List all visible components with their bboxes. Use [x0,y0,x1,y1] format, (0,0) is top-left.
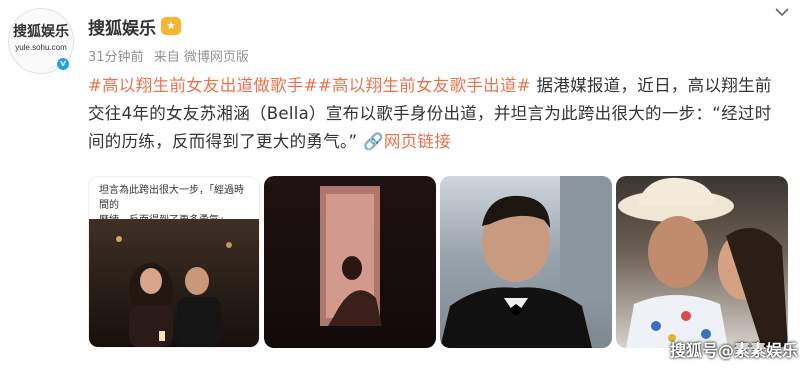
post-source: 来自 微博网页版 [153,50,249,65]
thumbnail-1[interactable]: 坦言為此跨出很大一步，「經過時間的 歷練，反而得到了更多勇氣」。 [88,176,260,348]
topic-link-1[interactable]: #高以翔生前女友出道做歌手# [88,76,318,95]
verified-badge-icon: v [55,56,71,72]
avatar-logo-text: 搜狐娱乐 [13,24,69,40]
thumbnail-4-photo [618,177,788,348]
link-icon: 🔗 [362,132,384,151]
post-time[interactable]: 31分钟前 [88,50,144,65]
watermark: 搜狐号@素素娱乐 [669,341,798,360]
medal-icon[interactable]: ★ [161,17,181,35]
thumbnail-2-photo [320,186,382,326]
thumbnail-3-photo [440,176,612,348]
thumbnail-1-photo [89,219,259,347]
web-link-label: 网页链接 [383,132,452,151]
post-meta: 31分钟前 来自 微博网页版 [88,46,255,65]
post-text: #高以翔生前女友出道做歌手##高以翔生前女友歌手出道# 据港媒报道，近日，高以翔… [88,72,788,156]
avatar-logo-url: yule.sohu.com [15,43,67,52]
chevron-down-icon[interactable] [774,4,790,20]
thumbnail-4[interactable] [616,176,788,348]
account-name[interactable]: 搜狐娱乐 [88,14,156,39]
thumbnail-2[interactable] [264,176,436,348]
web-link[interactable]: 🔗网页链接 [363,132,451,151]
thumbnail-3[interactable] [440,176,612,348]
topic-link-2[interactable]: #高以翔生前女友歌手出道# [318,76,531,95]
